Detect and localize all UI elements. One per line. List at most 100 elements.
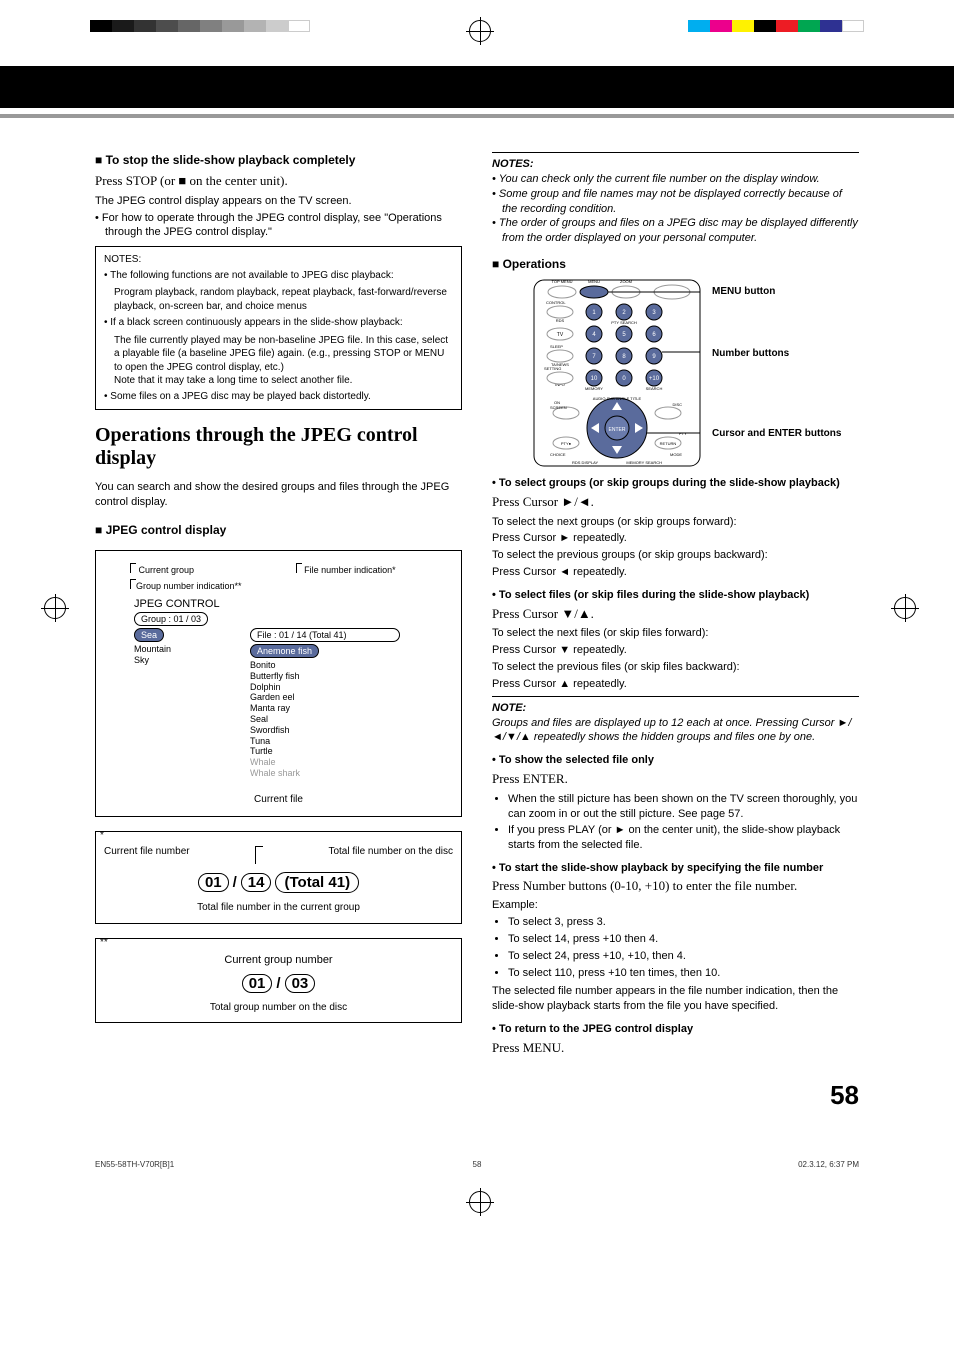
stop-action: Press STOP (or ■ on the center unit). <box>95 172 462 190</box>
file-status: File : 01 / 14 (Total 41) <box>250 628 400 642</box>
registration-mark-bottom <box>469 1191 491 1213</box>
file-item: Butterfly fish <box>250 671 400 682</box>
svg-text:ENTER: ENTER <box>609 427 626 433</box>
main-intro: You can search and show the desired grou… <box>95 480 462 510</box>
operations-heading: ■ Operations <box>492 256 859 272</box>
note-single: NOTE: Groups and files are displayed up … <box>492 696 859 746</box>
footer-center: 58 <box>350 1160 605 1169</box>
svg-text:10: 10 <box>591 376 598 382</box>
rnote-1: You can check only the current file numb… <box>499 173 820 185</box>
sel-files-b1: To select the next files (or skip files … <box>492 626 859 641</box>
file-item: Turtle <box>250 746 400 757</box>
note-3: • Some files on a JPEG disc may be playe… <box>114 390 453 404</box>
header-black-bar <box>0 66 954 108</box>
note-2-body: The file currently played may be non-bas… <box>114 334 453 375</box>
jpeg-control-title: JPEG CONTROL <box>134 597 451 612</box>
sel-groups-head: • To select groups (or skip groups durin… <box>492 476 859 491</box>
gnum-03: 03 <box>285 974 316 993</box>
start-tail: The selected file number appears in the … <box>492 984 859 1014</box>
stop-body-2-text: For how to operate through the JPEG cont… <box>102 212 442 239</box>
svg-text:TV: TV <box>557 332 564 338</box>
main-heading: Operations through the JPEG control disp… <box>95 424 462 470</box>
svg-text:ZOOM: ZOOM <box>620 279 632 284</box>
notes-box: NOTES: • The following functions are not… <box>95 246 462 410</box>
file-number-box: * Current file number Total file number … <box>95 831 462 924</box>
rnote-3: The order of groups and files on a JPEG … <box>499 217 858 244</box>
sel-groups-b1: To select the next groups (or skip group… <box>492 515 859 530</box>
group-mountain: Mountain <box>134 644 234 655</box>
sel-groups-action: Press Cursor ►/◄. <box>492 493 859 511</box>
group-status: Group : 01 / 03 <box>134 612 208 626</box>
svg-text:SEARCH: SEARCH <box>646 386 663 391</box>
right-notes-title: NOTES: <box>492 157 859 172</box>
label-total-group-disc: Total group number on the disc <box>104 1001 453 1015</box>
svg-text:PTY●: PTY● <box>561 441 572 446</box>
show-file-action: Press ENTER. <box>492 770 859 788</box>
left-column: ■ To stop the slide-show playback comple… <box>95 148 462 1060</box>
note-single-title: NOTE: <box>492 701 859 716</box>
footer-right: 02.3.12, 6:37 PM <box>604 1160 859 1169</box>
remote-svg: TOP MENU MENU ZOOM CONTROL RDS <box>532 278 702 468</box>
note-2-tail: Note that it may take a long time to sel… <box>114 374 453 388</box>
color-bar <box>688 20 864 32</box>
num-14: 14 <box>241 873 272 892</box>
sel-groups-b2: To select the previous groups (or skip g… <box>492 548 859 563</box>
sel-files-action: Press Cursor ▼/▲. <box>492 605 859 623</box>
diagram-label-group-ind: Group number indication** <box>136 581 242 591</box>
svg-text:MEMORY: MEMORY <box>585 386 603 391</box>
stop-body-1: The JPEG control display appears on the … <box>95 194 462 209</box>
header-gray-line <box>0 114 954 118</box>
file-item: Garden eel <box>250 692 400 703</box>
sel-groups-b2a: Press Cursor ◄ repeatedly. <box>492 565 859 580</box>
right-notes: NOTES: • You can check only the current … <box>492 152 859 246</box>
stop-heading-text: To stop the slide-show playback complete… <box>106 153 356 167</box>
svg-text:AUDIO SUB ANGLE TITLE: AUDIO SUB ANGLE TITLE <box>593 396 642 401</box>
group-sky: Sky <box>134 655 234 666</box>
label-total-file-disc: Total file number on the disc <box>328 846 453 864</box>
file-item: Tuna <box>250 736 400 747</box>
file-item: Seal <box>250 714 400 725</box>
svg-text:+10: +10 <box>649 376 660 382</box>
label-number-buttons: Number buttons <box>712 348 789 359</box>
ex3: To select 24, press +10, +10, then 4. <box>508 949 859 964</box>
group-sea: Sea <box>134 628 164 642</box>
grayscale-bar <box>90 20 310 32</box>
note-2-lead: • If a black screen continuously appears… <box>114 316 453 330</box>
label-cursor-buttons: Cursor and ENTER buttons <box>712 428 841 440</box>
svg-text:SLEEP: SLEEP <box>550 344 563 349</box>
label-current-file-number: Current file number <box>104 846 190 864</box>
group-number-box: ** Current group number 01 / 03 Total gr… <box>95 938 462 1023</box>
jpeg-control-diagram: Current group Group number indication** … <box>95 550 462 817</box>
svg-text:SETTING: SETTING <box>544 366 561 371</box>
registration-mark <box>469 20 491 42</box>
file-anemone: Anemone fish <box>250 644 319 658</box>
file-item: Swordfish <box>250 725 400 736</box>
svg-text:SCREEN: SCREEN <box>550 405 567 410</box>
svg-text:MODE: MODE <box>670 452 682 457</box>
svg-text:MENU: MENU <box>588 279 600 284</box>
svg-text:RETURN: RETURN <box>660 441 677 446</box>
show-file-head: • To show the selected file only <box>492 753 859 768</box>
sel-groups-b1a: Press Cursor ► repeatedly. <box>492 531 859 546</box>
stop-heading: ■ To stop the slide-show playback comple… <box>95 152 462 168</box>
footer-left: EN55-58TH-V70R[B]1 <box>95 1160 350 1169</box>
svg-text:TOP MENU: TOP MENU <box>552 279 573 284</box>
ex1: To select 3, press 3. <box>508 915 859 930</box>
sel-files-b2a: Press Cursor ▲ repeatedly. <box>492 677 859 692</box>
example-label: Example: <box>492 898 859 913</box>
svg-text:CHOICE: CHOICE <box>550 452 566 457</box>
gnum-01: 01 <box>242 974 273 993</box>
show-file-b2: If you press PLAY (or ► on the center un… <box>508 823 859 853</box>
file-item: Manta ray <box>250 703 400 714</box>
stop-body-2: • For how to operate through the JPEG co… <box>105 211 462 241</box>
svg-text:PTY SEARCH: PTY SEARCH <box>611 320 637 325</box>
file-item: Whale shark <box>250 768 400 779</box>
file-panel: File : 01 / 14 (Total 41) Anemone fish B… <box>250 628 400 779</box>
diagram-label-current-group: Current group Group number indication** <box>130 563 242 591</box>
sel-files-b2: To select the previous files (or skip fi… <box>492 660 859 675</box>
page-number: 58 <box>95 1080 859 1111</box>
start-head: • To start the slide-show playback by sp… <box>492 861 859 876</box>
sel-files-b1a: Press Cursor ▼ repeatedly. <box>492 643 859 658</box>
file-item: Bonito <box>250 660 400 671</box>
footer-meta: EN55-58TH-V70R[B]1 58 02.3.12, 6:37 PM <box>0 1160 954 1169</box>
